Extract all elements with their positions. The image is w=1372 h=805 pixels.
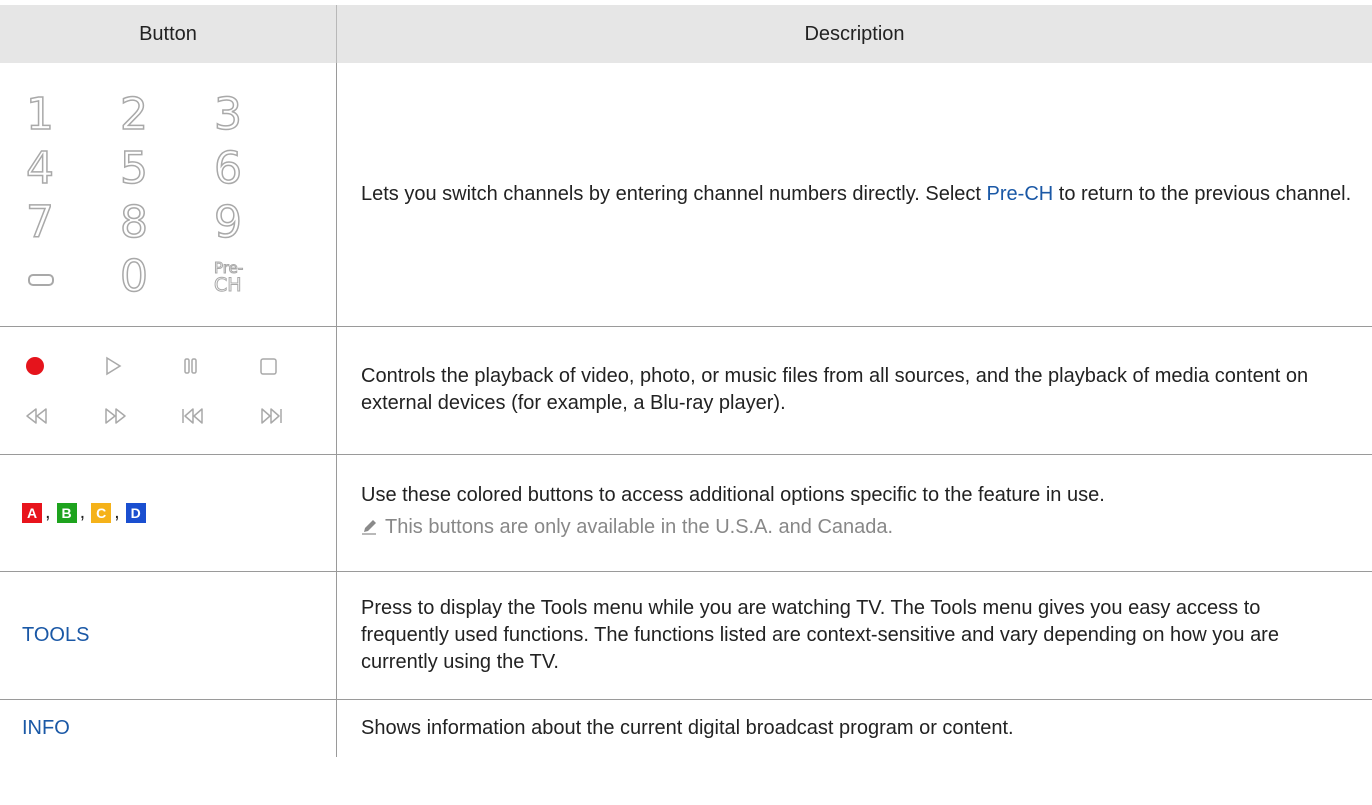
table-row: INFO Shows information about the current… [0,699,1372,757]
button-a-icon: A [22,502,42,523]
color-buttons-cell: A, B, C, D [0,454,337,572]
record-icon [24,355,102,377]
info-label: INFO [22,716,70,739]
playback-keys-cell [0,326,337,455]
dash-icon [28,274,54,287]
rewind-icon [24,405,102,427]
key-7: 7 [25,197,55,250]
button-d-icon: D [125,502,146,523]
tools-cell: TOOLS [0,571,337,700]
fast-forward-icon [102,405,180,427]
key-3: 3 [213,89,243,142]
pencil-icon [361,516,377,543]
playback-keys-description: Controls the playback of video, photo, o… [336,326,1372,455]
stop-icon [258,355,318,377]
key-2: 2 [119,89,149,142]
key-1: 1 [25,89,55,142]
key-4: 4 [25,143,55,196]
key-9: 9 [213,197,243,250]
key-8: 8 [119,197,149,250]
pause-icon [180,355,258,377]
play-icon [102,355,180,377]
desc-text: Lets you switch channels by entering cha… [361,182,987,205]
button-c-icon: C [91,502,112,523]
separator: , [45,501,51,523]
number-keypad: 1 2 3 4 5 6 7 8 9 0 Pre- CH [25,88,335,304]
dash-key [26,250,120,304]
info-cell: INFO [0,699,337,757]
header-button: Button [0,5,337,63]
key-6: 6 [213,143,243,196]
button-b-icon: B [56,502,77,523]
desc-text-end: to return to the previous channel. [1053,182,1352,205]
color-buttons-desc-text: Use these colored buttons to access addi… [361,484,1105,506]
prech-link-text: Pre-CH [986,182,1054,205]
note: This buttons are only available in the U… [361,514,1352,543]
playback-keys [24,341,335,441]
header-description: Description [336,5,1372,63]
separator: , [114,501,120,523]
key-5: 5 [119,143,149,196]
previous-icon [180,405,258,427]
tools-label: TOOLS [22,623,90,646]
color-buttons: A, B, C, D [22,499,335,526]
prech-key: Pre- CH [213,259,274,304]
note-text: This buttons are only available in the U… [385,516,894,538]
key-0: 0 [119,251,149,304]
tools-description: Press to display the Tools menu while yo… [336,571,1372,700]
table-row: Controls the playback of video, photo, o… [0,326,1372,455]
table-row: A, B, C, D Use these colored buttons to … [0,454,1372,572]
separator: , [79,501,86,523]
info-description: Shows information about the current digi… [361,716,1014,739]
table-row: TOOLS Press to display the Tools menu wh… [0,571,1372,700]
number-keypad-cell: 1 2 3 4 5 6 7 8 9 0 Pre- CH [0,63,337,327]
table-row: 1 2 3 4 5 6 7 8 9 0 Pre- CH Lets you swi… [0,63,1372,327]
remote-buttons-table: Button Description 1 2 3 4 5 6 7 8 9 0 P… [0,5,1372,757]
color-buttons-description: Use these colored buttons to access addi… [336,454,1372,572]
next-icon [258,405,318,427]
prech-key-bottom: CH [214,274,243,297]
table-header: Button Description [0,5,1372,63]
number-keys-description: Lets you switch channels by entering cha… [336,63,1372,327]
